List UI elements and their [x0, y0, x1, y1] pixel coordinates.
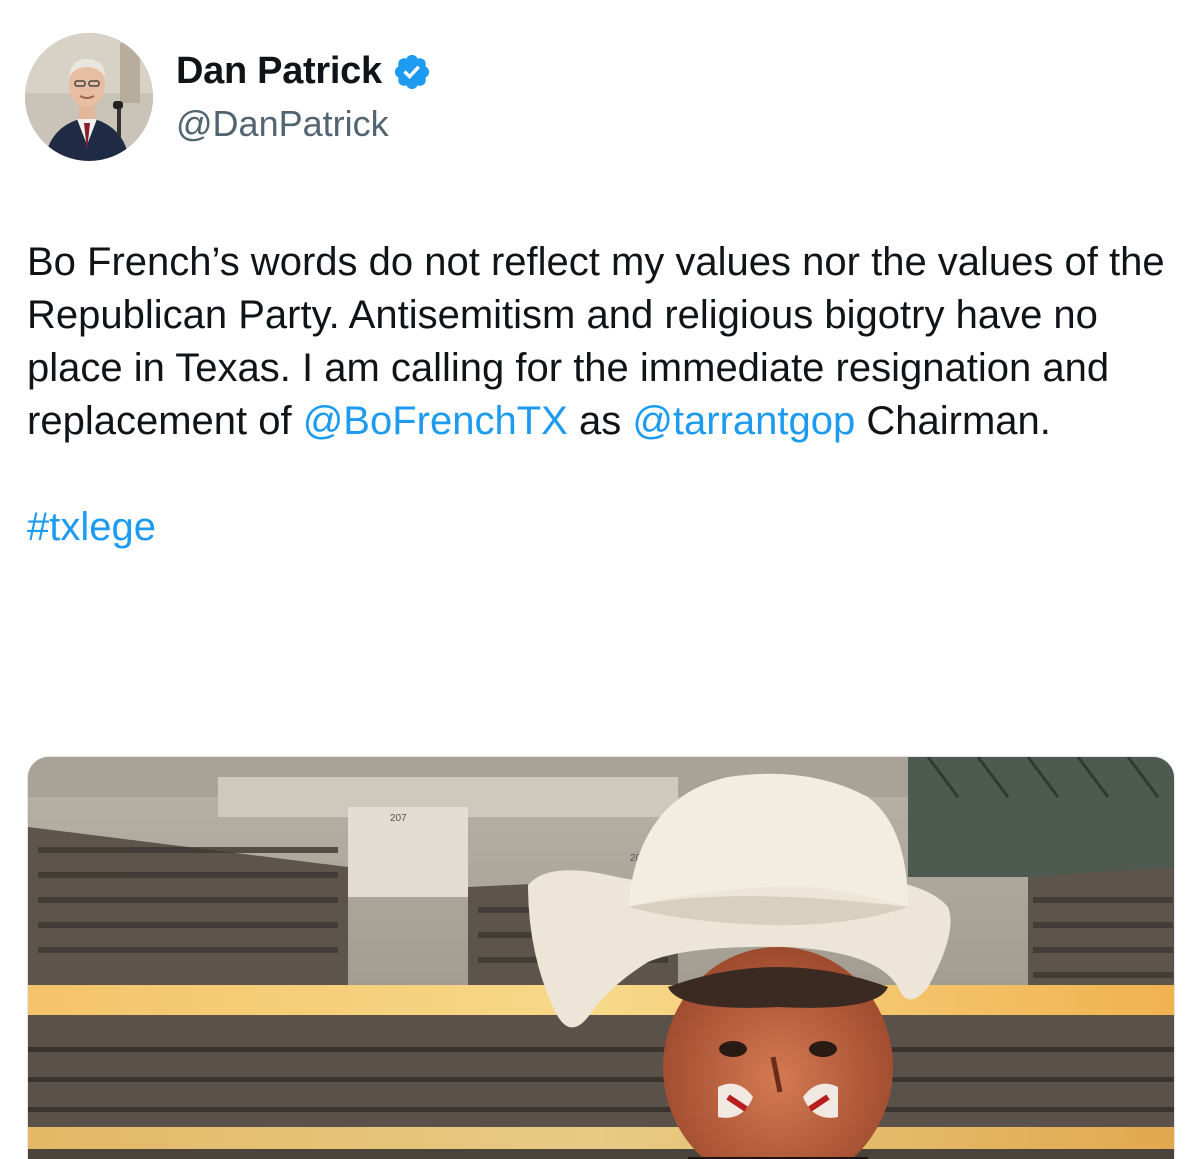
- author-handle[interactable]: @DanPatrick: [176, 103, 389, 145]
- mention-tarrantgop-link[interactable]: @tarrantgop: [632, 399, 855, 443]
- avatar-photo-icon: [25, 33, 153, 161]
- tweet-text-outro: Chairman.: [855, 399, 1051, 443]
- tweet-paragraph: Bo French’s words do not reflect my valu…: [27, 236, 1177, 448]
- verified-badge-icon: [394, 54, 429, 89]
- tweet-media-photo[interactable]: 207 208: [27, 756, 1175, 1159]
- author-name-row: Dan Patrick: [176, 50, 432, 93]
- author-avatar[interactable]: [25, 33, 153, 161]
- hashtag-txlege-link[interactable]: #txlege: [27, 505, 156, 549]
- tweet-text-between: as: [567, 399, 633, 443]
- tweet-card: Dan Patrick @DanPatrick Bo French’s word…: [0, 0, 1200, 1159]
- mention-bofrenchtx-link[interactable]: @BoFrenchTX: [303, 399, 568, 443]
- tweet-body: Bo French’s words do not reflect my valu…: [27, 236, 1177, 554]
- author-display-name[interactable]: Dan Patrick: [176, 50, 382, 93]
- hashtag-paragraph: #txlege: [27, 501, 1177, 554]
- section-207-label: 207: [390, 813, 407, 824]
- stadium-photo-icon: 207 208: [28, 757, 1174, 1159]
